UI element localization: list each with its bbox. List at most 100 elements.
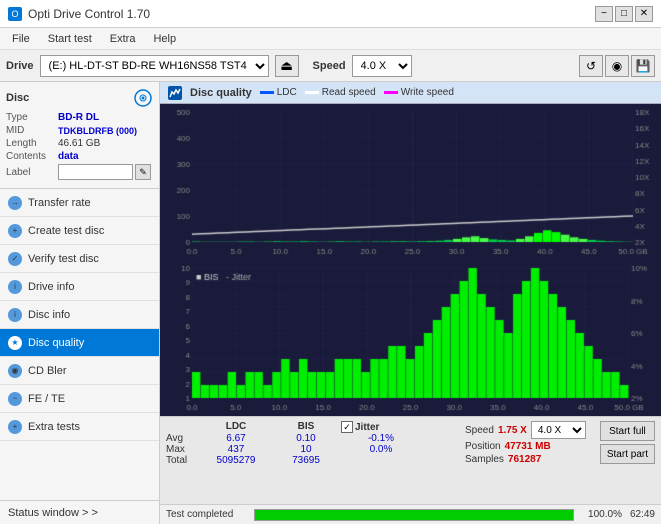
nav-fe-te[interactable]: ~ FE / TE xyxy=(0,385,159,413)
legend-ldc: LDC xyxy=(260,87,297,98)
disc-panel: Disc Type BD-R DL MID TDKBLDRFB (000) L xyxy=(0,82,159,189)
jitter-checkbox[interactable]: ✓ xyxy=(341,421,353,433)
app-icon: O xyxy=(8,7,22,21)
nav-label-transfer: Transfer rate xyxy=(28,197,91,209)
max-ldc: 437 xyxy=(201,444,271,455)
position-stat: Position 47731 MB xyxy=(465,441,586,452)
top-chart-canvas xyxy=(160,104,661,260)
label-edit-button[interactable]: ✎ xyxy=(135,164,151,180)
total-bis: 73695 xyxy=(271,455,341,466)
legend-write-label: Write speed xyxy=(401,87,454,98)
toolbar-btn-3[interactable]: 💾 xyxy=(631,55,655,77)
nav-icon-drive: i xyxy=(8,280,22,294)
nav-label-drive: Drive info xyxy=(28,281,74,293)
nav-cd-bler[interactable]: ◉ CD Bler xyxy=(0,357,159,385)
samples-value: 761287 xyxy=(508,454,541,465)
speed-stat-value: 1.75 X xyxy=(498,425,527,436)
toolbar-btn-1[interactable]: ↺ xyxy=(579,55,603,77)
nav-disc-info[interactable]: i Disc info xyxy=(0,301,159,329)
charts-area xyxy=(160,104,661,416)
nav-label-extra: Extra tests xyxy=(28,421,80,433)
start-full-button[interactable]: Start full xyxy=(600,421,655,441)
drivebar: Drive (E:) HL-DT-ST BD-RE WH16NS58 TST4 … xyxy=(0,50,661,82)
nav-create-test-disc[interactable]: + Create test disc xyxy=(0,217,159,245)
jitter-header-wrap: ✓ Jitter xyxy=(341,421,421,433)
progress-time: 62:49 xyxy=(630,509,655,520)
nav-label-verify: Verify test disc xyxy=(28,253,99,265)
nav-label-disc-quality: Disc quality xyxy=(28,337,84,349)
nav-verify-test-disc[interactable]: ✓ Verify test disc xyxy=(0,245,159,273)
menu-file[interactable]: File xyxy=(4,31,38,47)
avg-label: Avg xyxy=(166,433,201,444)
length-value: 46.61 GB xyxy=(58,138,100,149)
drive-select[interactable]: (E:) HL-DT-ST BD-RE WH16NS58 TST4 xyxy=(40,55,269,77)
nav-icon-disc-quality: ★ xyxy=(8,336,22,350)
legend-write-color xyxy=(384,91,398,94)
disc-panel-title: Disc xyxy=(6,92,29,104)
avg-ldc: 6.67 xyxy=(201,433,271,444)
legend-ldc-color xyxy=(260,91,274,94)
legend-read-color xyxy=(305,91,319,94)
avg-jitter: -0.1% xyxy=(341,433,421,444)
legend-read-label: Read speed xyxy=(322,87,376,98)
app-title: Opti Drive Control 1.70 xyxy=(28,7,150,21)
total-row: Total 5095279 73695 xyxy=(166,455,449,466)
nav-icon-disc-info: i xyxy=(8,308,22,322)
progress-percent: 100.0% xyxy=(582,509,622,520)
dq-icon xyxy=(168,86,182,100)
menu-extra[interactable]: Extra xyxy=(102,31,144,47)
nav-disc-quality[interactable]: ★ Disc quality xyxy=(0,329,159,357)
speed-stat-label: Speed xyxy=(465,425,494,436)
legend-read-speed: Read speed xyxy=(305,87,376,98)
status-window-button[interactable]: Status window > > xyxy=(0,500,159,524)
eject-button[interactable]: ⏏ xyxy=(275,55,299,77)
speed-select[interactable]: 4.0 X xyxy=(352,55,412,77)
nav-label-create: Create test disc xyxy=(28,225,104,237)
contents-value: data xyxy=(58,151,79,162)
progress-fill xyxy=(255,510,573,520)
close-button[interactable]: ✕ xyxy=(635,6,653,22)
menu-starttest[interactable]: Start test xyxy=(40,31,100,47)
nav-icon-cd-bler: ◉ xyxy=(8,364,22,378)
nav-label-fe-te: FE / TE xyxy=(28,393,65,405)
bottom-chart-canvas xyxy=(160,260,661,416)
ldc-header: LDC xyxy=(201,421,271,433)
nav-drive-info[interactable]: i Drive info xyxy=(0,273,159,301)
top-chart xyxy=(160,104,661,260)
nav-transfer-rate[interactable]: → Transfer rate xyxy=(0,189,159,217)
max-row: Max 437 10 0.0% xyxy=(166,444,449,455)
minimize-button[interactable]: − xyxy=(595,6,613,22)
nav-label-disc-info: Disc info xyxy=(28,309,70,321)
stats-speed-select[interactable]: 4.0 X xyxy=(531,421,586,439)
total-label: Total xyxy=(166,455,201,466)
position-label: Position xyxy=(465,441,501,452)
window-controls: − □ ✕ xyxy=(595,6,653,22)
label-input[interactable] xyxy=(58,164,133,180)
max-bis: 10 xyxy=(271,444,341,455)
nav-items: → Transfer rate + Create test disc ✓ Ver… xyxy=(0,189,159,500)
titlebar: O Opti Drive Control 1.70 − □ ✕ xyxy=(0,0,661,28)
nav-icon-create: + xyxy=(8,224,22,238)
status-window-label: Status window > > xyxy=(8,507,98,519)
progress-area: Test completed 100.0% 62:49 xyxy=(160,504,661,524)
toolbar-btn-2[interactable]: ◉ xyxy=(605,55,629,77)
menu-help[interactable]: Help xyxy=(145,31,184,47)
avg-bis: 0.10 xyxy=(271,433,341,444)
progress-bar xyxy=(254,509,574,521)
nav-extra-tests[interactable]: + Extra tests xyxy=(0,413,159,441)
label-label: Label xyxy=(6,167,58,178)
disc-panel-icon xyxy=(133,88,153,108)
nav-icon-verify: ✓ xyxy=(8,252,22,266)
jitter-header: Jitter xyxy=(355,422,379,433)
main-layout: Disc Type BD-R DL MID TDKBLDRFB (000) L xyxy=(0,82,661,524)
maximize-button[interactable]: □ xyxy=(615,6,633,22)
menubar: File Start test Extra Help xyxy=(0,28,661,50)
mid-label: MID xyxy=(6,125,58,136)
bis-header: BIS xyxy=(271,421,341,433)
legend-ldc-label: LDC xyxy=(277,87,297,98)
stats-area: LDC BIS ✓ Jitter Avg 6.67 0.10 -0.1% xyxy=(160,416,661,504)
mid-value: TDKBLDRFB (000) xyxy=(58,126,137,136)
max-label: Max xyxy=(166,444,201,455)
contents-label: Contents xyxy=(6,151,58,162)
start-part-button[interactable]: Start part xyxy=(600,444,655,464)
